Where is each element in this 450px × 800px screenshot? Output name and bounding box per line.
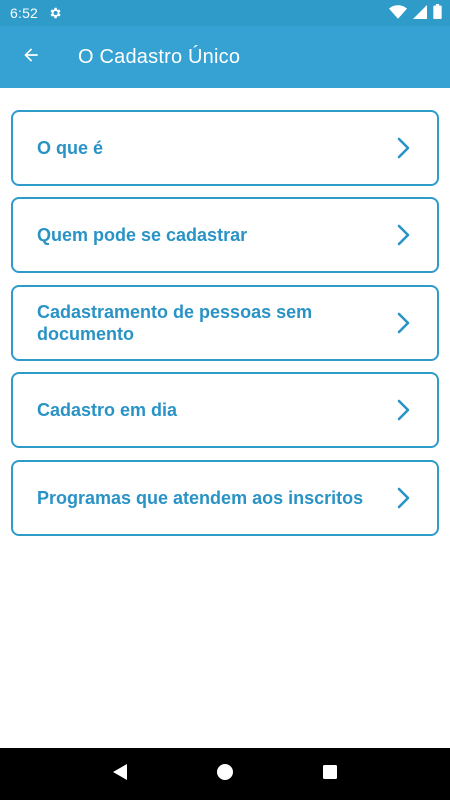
chevron-right-icon [397,137,411,159]
settings-gear-icon [48,6,62,20]
signal-icon [413,4,427,22]
app-bar: O Cadastro Único [0,26,450,88]
chevron-right-icon [397,224,411,246]
status-bar: 6:52 [0,0,450,26]
chevron-right-icon [397,399,411,421]
menu-item-programas[interactable]: Programas que atendem aos inscritos [11,460,439,536]
circle-home-icon [216,763,234,786]
menu-item-cadastro-em-dia[interactable]: Cadastro em dia [11,372,439,448]
chevron-right-icon [397,312,411,334]
page-title: O Cadastro Único [78,45,241,68]
back-button[interactable] [0,26,62,88]
square-recents-icon [322,764,338,785]
triangle-back-icon [111,763,129,786]
menu-item-cadastramento-sem-documento[interactable]: Cadastramento de pessoas sem documento [11,285,439,361]
wifi-icon [389,4,407,22]
battery-icon [433,4,442,22]
chevron-right-icon [397,487,411,509]
menu-item-o-que-e[interactable]: O que é [11,110,439,186]
menu-item-label: O que é [37,138,104,158]
menu-item-label: Quem pode se cadastrar [37,225,248,245]
menu-item-label: Cadastro em dia [37,400,178,420]
menu-item-label: Cadastramento de pessoas sem documento [37,302,313,344]
menu-item-quem-pode-se-cadastrar[interactable]: Quem pode se cadastrar [11,197,439,273]
nav-back-button[interactable] [100,754,140,794]
menu-item-label: Programas que atendem aos inscritos [37,488,364,508]
nav-recents-button[interactable] [310,754,350,794]
system-nav-bar [0,748,450,800]
nav-home-button[interactable] [205,754,245,794]
status-time: 6:52 [10,5,39,21]
arrow-back-icon [21,45,41,70]
